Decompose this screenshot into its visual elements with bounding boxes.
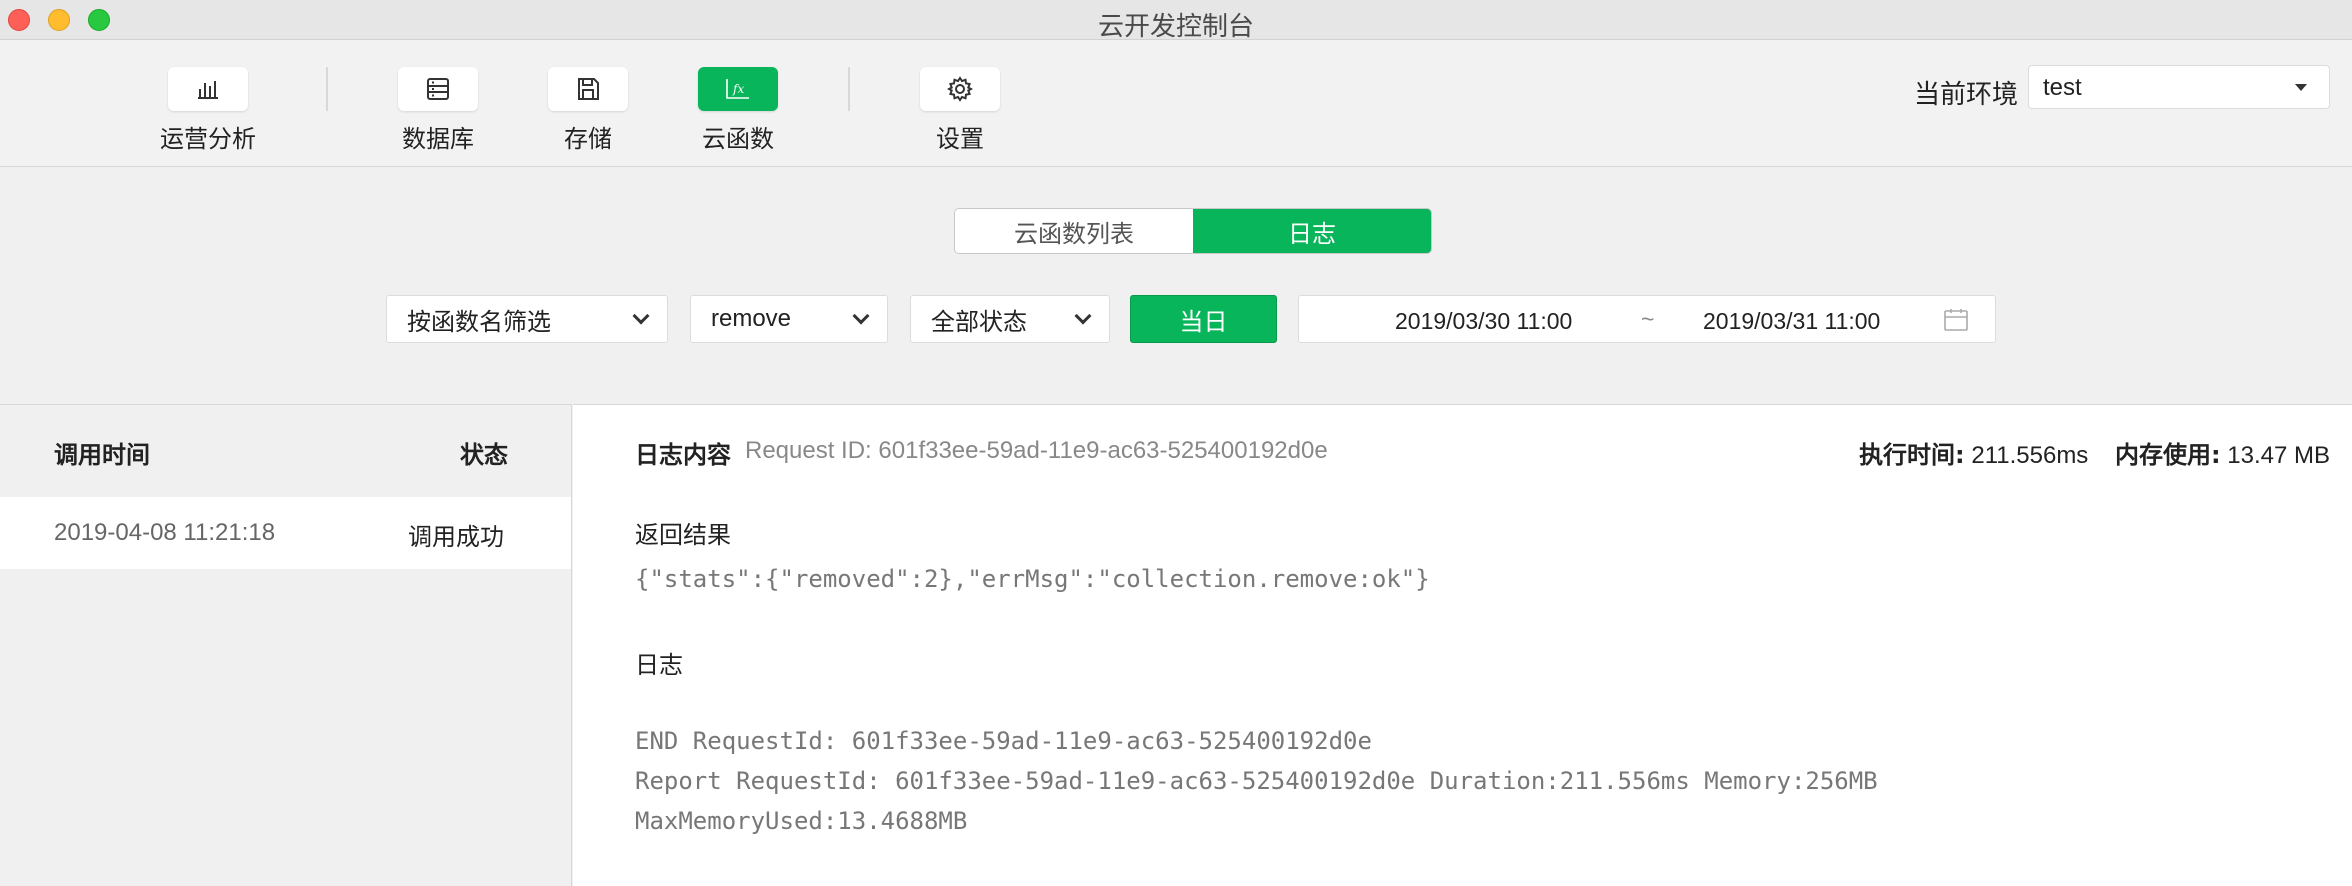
function-name-value: remove	[711, 305, 792, 332]
date-end[interactable]: 2019/03/31 11:00	[1703, 308, 1880, 335]
log-line: MaxMemoryUsed:13.4688MB	[635, 807, 968, 835]
memory-value: 13.47 MB	[2227, 442, 2330, 469]
chevron-down-icon	[1074, 307, 1092, 325]
invocation-status: 调用成功	[408, 523, 504, 551]
invocation-list: 调用时间 状态 2019-04-08 11:21:18 调用成功	[0, 404, 572, 886]
toolbar-item-database[interactable]: 数据库	[378, 67, 498, 154]
tab-logs[interactable]: 日志	[1193, 209, 1431, 253]
window-title: 云开发控制台	[1097, 11, 1254, 41]
title-bar: 云开发控制台	[0, 0, 2352, 41]
settings-button[interactable]	[920, 67, 1000, 111]
log-section-title: 日志	[635, 651, 683, 679]
bar-chart-icon	[198, 81, 218, 99]
list-item[interactable]: 2019-04-08 11:21:18 调用成功	[0, 497, 571, 569]
result-content: {"stats":{"removed":2},"errMsg":"collect…	[635, 565, 1430, 593]
status-select[interactable]: 全部状态	[910, 295, 1110, 343]
execution-stats: 执行时间: 211.556ms 内存使用: 13.47 MB	[1859, 435, 2330, 470]
log-detail-title: 日志内容	[635, 441, 731, 469]
toolbar-label: 数据库	[402, 125, 474, 153]
calendar-icon[interactable]	[1943, 308, 1969, 332]
toolbar-item-settings[interactable]: 设置	[900, 67, 1020, 154]
toolbar-label: 运营分析	[160, 125, 256, 153]
column-header-status: 状态	[460, 441, 508, 469]
exec-time-label: 执行时间:	[1859, 441, 1965, 469]
gear-icon	[947, 76, 973, 102]
toolbar-divider	[326, 67, 328, 111]
storage-button[interactable]	[548, 67, 628, 111]
chevron-down-icon	[632, 307, 650, 325]
log-line: Report RequestId: 601f33ee-59ad-11e9-ac6…	[635, 767, 1878, 795]
result-section-title: 返回结果	[635, 521, 731, 549]
caret-down-icon	[2295, 84, 2307, 91]
toolbar-item-storage[interactable]: 存储	[528, 67, 648, 154]
toolbar-item-analytics[interactable]: 运营分析	[148, 67, 268, 154]
exec-time-value: 211.556ms	[1971, 442, 2089, 469]
log-line: END RequestId: 601f33ee-59ad-11e9-ac63-5…	[635, 727, 1372, 755]
memory-label: 内存使用:	[2114, 441, 2221, 469]
invocation-list-header: 调用时间 状态	[0, 405, 571, 497]
tab-function-list[interactable]: 云函数列表	[955, 209, 1193, 253]
toolbar: 运营分析 数据库 存储 fx 云函数 设置 当前环境 test	[0, 41, 2352, 167]
chevron-down-icon	[852, 307, 870, 325]
today-button[interactable]: 当日	[1130, 295, 1277, 343]
functions-button[interactable]: fx	[698, 67, 778, 111]
toolbar-divider	[848, 67, 850, 111]
date-separator: ~	[1641, 306, 1655, 332]
toolbar-label: 存储	[564, 125, 612, 153]
column-header-time: 调用时间	[54, 441, 150, 469]
view-tabs: 云函数列表 日志	[954, 208, 1432, 254]
date-start[interactable]: 2019/03/30 11:00	[1395, 308, 1572, 335]
function-filter-select[interactable]: 按函数名筛选	[386, 295, 668, 343]
svg-text:fx: fx	[732, 82, 744, 96]
invocation-time: 2019-04-08 11:21:18	[54, 519, 276, 546]
database-button[interactable]	[398, 67, 478, 111]
function-filter-label: 按函数名筛选	[407, 307, 551, 336]
function-name-select[interactable]: remove	[690, 295, 888, 343]
toolbar-label: 云函数	[702, 125, 774, 153]
env-label: 当前环境	[1914, 80, 2019, 110]
save-icon	[578, 78, 599, 100]
date-range-picker[interactable]: 2019/03/30 11:00 ~ 2019/03/31 11:00	[1298, 295, 1996, 343]
env-value: test	[2043, 74, 2082, 101]
log-detail: 日志内容 Request ID: 601f33ee-59ad-11e9-ac63…	[573, 404, 2352, 886]
toolbar-label: 设置	[936, 125, 984, 153]
status-value: 全部状态	[931, 307, 1027, 336]
toolbar-item-functions[interactable]: fx 云函数	[678, 67, 798, 154]
env-select[interactable]: test	[2028, 65, 2330, 109]
request-id: Request ID: 601f33ee-59ad-11e9-ac63-5254…	[745, 437, 1328, 464]
function-icon: fx	[726, 79, 749, 99]
database-icon	[427, 78, 449, 100]
analytics-button[interactable]	[168, 67, 248, 111]
